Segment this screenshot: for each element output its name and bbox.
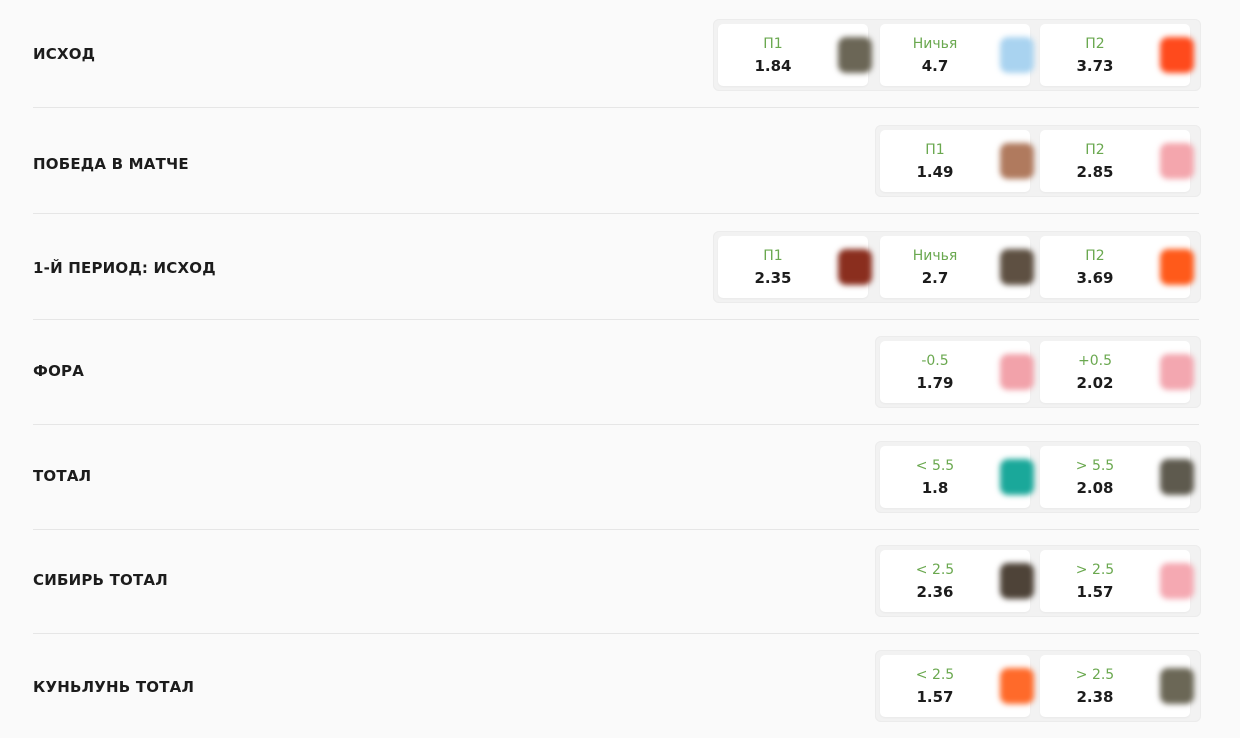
odds-group: П1 1.49 П2 2.85: [875, 125, 1201, 197]
odd-label: > 5.5: [1075, 458, 1115, 474]
odd-button-under[interactable]: < 2.5 2.36: [880, 550, 1034, 612]
odd-label: П1: [763, 248, 783, 264]
odds-group: П1 1.84 Ничья 4.7 П2 3.73: [713, 19, 1201, 91]
odd-label: < 2.5: [915, 667, 955, 683]
market-name: ФОРА: [33, 362, 85, 380]
odd-value: 1.49: [916, 163, 954, 181]
market-name: КУНЬЛУНЬ ТОТАЛ: [33, 678, 195, 696]
team-thumbnail-icon: [838, 37, 872, 73]
market-name: ПОБЕДА В МАТЧЕ: [33, 155, 189, 173]
odd-label: > 2.5: [1075, 562, 1115, 578]
team-thumbnail-icon: [1160, 563, 1194, 599]
odd-button-under[interactable]: < 5.5 1.8: [880, 446, 1034, 508]
odd-value: 1.84: [754, 57, 792, 75]
odds-group: < 2.5 2.36 > 2.5 1.57: [875, 545, 1201, 617]
market-row-total: ТОТАЛ < 5.5 1.8 > 5.5 2.08: [0, 425, 1240, 529]
odd-button-minus[interactable]: -0.5 1.79: [880, 341, 1034, 403]
odd-label: П1: [925, 142, 945, 158]
team-thumbnail-icon: [1160, 459, 1194, 495]
market-name: ТОТАЛ: [33, 467, 92, 485]
odd-button-p2[interactable]: П2 3.73: [1040, 24, 1194, 86]
odd-label: < 2.5: [915, 562, 955, 578]
team-thumbnail-icon: [1000, 37, 1034, 73]
team-thumbnail-icon: [838, 249, 872, 285]
odd-button-under[interactable]: < 2.5 1.57: [880, 655, 1034, 717]
odds-group: < 2.5 1.57 > 2.5 2.38: [875, 650, 1201, 722]
team-thumbnail-icon: [1000, 459, 1034, 495]
odd-value: 4.7: [921, 57, 949, 75]
odd-label: П2: [1085, 142, 1105, 158]
odd-label: +0.5: [1078, 353, 1112, 369]
odd-value: 2.7: [921, 269, 949, 287]
team-thumbnail-icon: [1000, 249, 1034, 285]
team-thumbnail-icon: [1000, 563, 1034, 599]
market-name: СИБИРЬ ТОТАЛ: [33, 571, 168, 589]
team-thumbnail-icon: [1000, 143, 1034, 179]
odd-value: 2.38: [1076, 688, 1114, 706]
team-thumbnail-icon: [1000, 354, 1034, 390]
market-row-handicap: ФОРА -0.5 1.79 +0.5 2.02: [0, 320, 1240, 424]
odd-label: < 5.5: [915, 458, 955, 474]
team-thumbnail-icon: [1000, 668, 1034, 704]
team-thumbnail-icon: [1160, 37, 1194, 73]
market-row-sibir-total: СИБИРЬ ТОТАЛ < 2.5 2.36 > 2.5 1.57: [0, 530, 1240, 633]
market-row-first-period: 1-Й ПЕРИОД: ИСХОД П1 2.35 Ничья 2.7 П2 3…: [0, 214, 1240, 319]
odd-label: П2: [1085, 36, 1105, 52]
odds-group: < 5.5 1.8 > 5.5 2.08: [875, 441, 1201, 513]
odd-value: 3.69: [1076, 269, 1114, 287]
odd-value: 2.36: [916, 583, 954, 601]
market-name: 1-Й ПЕРИОД: ИСХОД: [33, 259, 216, 277]
team-thumbnail-icon: [1160, 143, 1194, 179]
team-thumbnail-icon: [1160, 668, 1194, 704]
market-name: ИСХОД: [33, 45, 96, 63]
odd-label: П2: [1085, 248, 1105, 264]
market-row-outcome: ИСХОД П1 1.84 Ничья 4.7 П2 3.73: [0, 0, 1240, 107]
odd-label: Ничья: [912, 248, 958, 264]
odd-value: 2.35: [754, 269, 792, 287]
odd-value: 1.8: [921, 479, 949, 497]
odd-value: 1.79: [916, 374, 954, 392]
odd-button-over[interactable]: > 2.5 1.57: [1040, 550, 1194, 612]
team-thumbnail-icon: [1160, 354, 1194, 390]
odd-button-p2[interactable]: П2 3.69: [1040, 236, 1194, 298]
odd-button-plus[interactable]: +0.5 2.02: [1040, 341, 1194, 403]
odd-value: 1.57: [1076, 583, 1114, 601]
odd-button-p1[interactable]: П1 1.84: [718, 24, 872, 86]
odd-button-p1[interactable]: П1 1.49: [880, 130, 1034, 192]
odd-label: -0.5: [921, 353, 949, 369]
odd-label: Ничья: [912, 36, 958, 52]
odd-label: > 2.5: [1075, 667, 1115, 683]
odd-value: 2.08: [1076, 479, 1114, 497]
odd-button-draw[interactable]: Ничья 2.7: [880, 236, 1034, 298]
odds-page: ИСХОД П1 1.84 Ничья 4.7 П2 3.73 ПОБЕДА В…: [0, 0, 1240, 738]
odd-button-over[interactable]: > 2.5 2.38: [1040, 655, 1194, 717]
odd-button-over[interactable]: > 5.5 2.08: [1040, 446, 1194, 508]
odd-button-p1[interactable]: П1 2.35: [718, 236, 872, 298]
odd-button-p2[interactable]: П2 2.85: [1040, 130, 1194, 192]
odd-value: 2.85: [1076, 163, 1114, 181]
odd-label: П1: [763, 36, 783, 52]
odd-button-draw[interactable]: Ничья 4.7: [880, 24, 1034, 86]
market-row-match-winner: ПОБЕДА В МАТЧЕ П1 1.49 П2 2.85: [0, 108, 1240, 213]
odd-value: 2.02: [1076, 374, 1114, 392]
odds-group: -0.5 1.79 +0.5 2.02: [875, 336, 1201, 408]
odd-value: 1.57: [916, 688, 954, 706]
market-row-kunlun-total: КУНЬЛУНЬ ТОТАЛ < 2.5 1.57 > 2.5 2.38: [0, 634, 1240, 738]
odd-value: 3.73: [1076, 57, 1114, 75]
team-thumbnail-icon: [1160, 249, 1194, 285]
odds-group: П1 2.35 Ничья 2.7 П2 3.69: [713, 231, 1201, 303]
